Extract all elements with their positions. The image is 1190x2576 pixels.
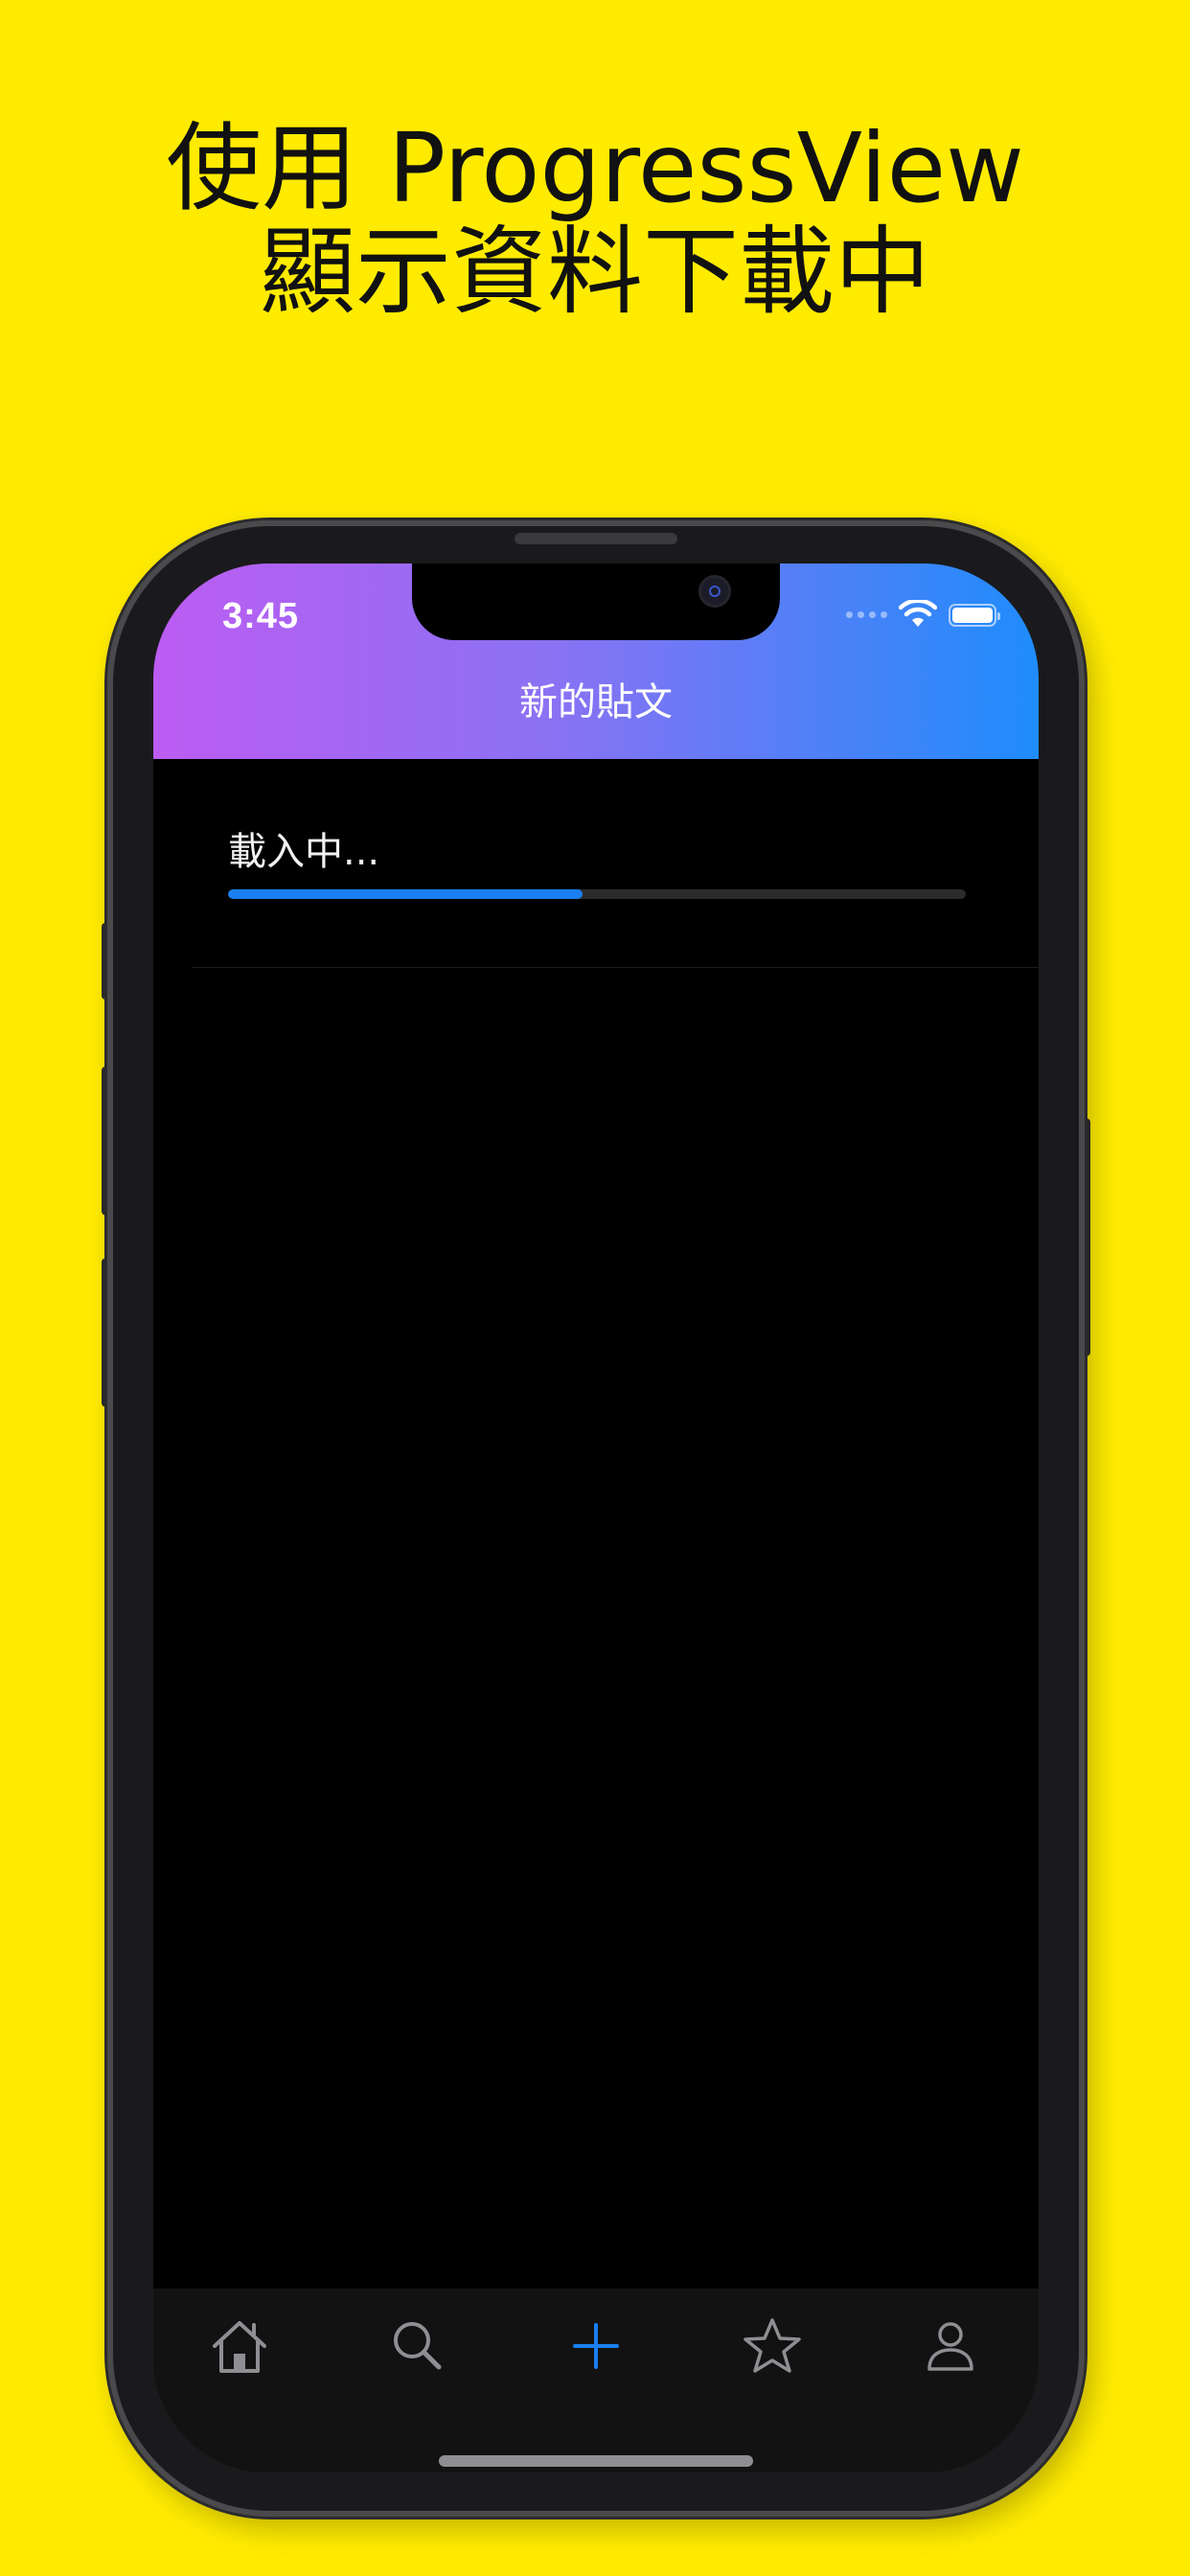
navigation-header: 3:45 新的貼文: [153, 564, 1039, 759]
tab-search[interactable]: [379, 2308, 456, 2384]
front-camera-icon: [698, 575, 731, 608]
tab-home[interactable]: [201, 2308, 278, 2384]
earpiece-speaker: [515, 533, 677, 544]
row-divider: [192, 967, 1039, 968]
phone-screen: 3:45 新的貼文 載入中...: [153, 564, 1039, 2472]
person-icon: [927, 2322, 973, 2371]
tab-new-post[interactable]: [558, 2308, 634, 2384]
caption-line-1: 使用 ProgressView: [166, 112, 1024, 224]
status-time: 3:45: [222, 596, 300, 636]
loading-label: 載入中...: [228, 830, 380, 874]
plus-icon: [573, 2323, 619, 2369]
tab-bar: [153, 2288, 1039, 2472]
progress-fill: [228, 889, 583, 899]
progress-view: [228, 889, 966, 899]
loading-indicator: 載入中...: [228, 828, 966, 899]
wifi-icon: [899, 600, 937, 627]
battery-icon: [949, 604, 1000, 627]
cellular-signal-icon: [846, 611, 887, 618]
tab-profile[interactable]: [912, 2308, 989, 2384]
tab-favorites[interactable]: [734, 2308, 811, 2384]
promo-caption: 使用 ProgressView 顯示資料下載中: [0, 117, 1190, 324]
page-title: 新的貼文: [519, 680, 673, 724]
star-icon: [744, 2318, 801, 2373]
caption-line-2: 顯示資料下載中: [260, 216, 930, 328]
home-indicator[interactable]: [439, 2455, 753, 2467]
search-icon: [394, 2322, 442, 2370]
house-icon: [213, 2321, 266, 2373]
notch: [412, 564, 780, 640]
